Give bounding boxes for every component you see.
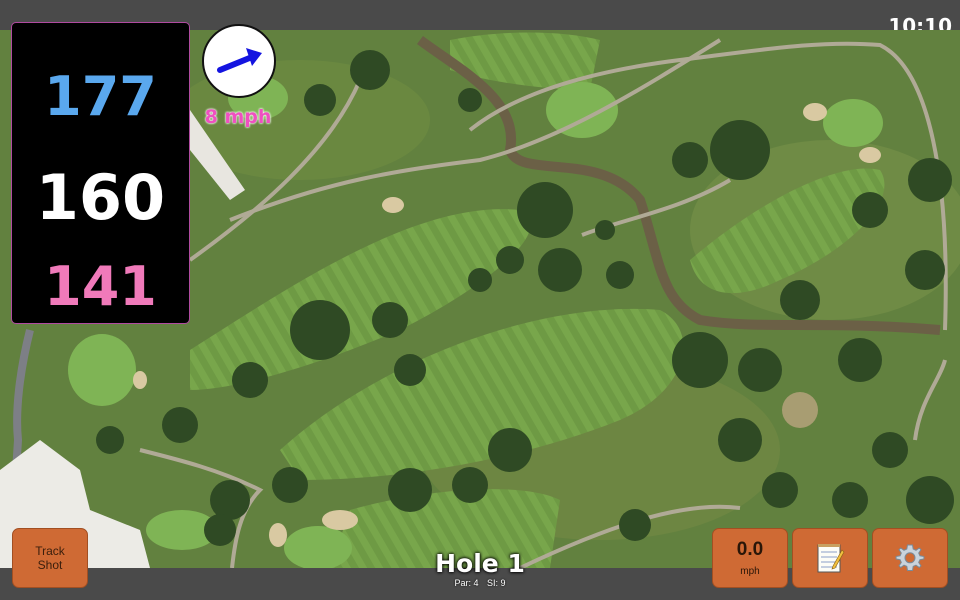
wind-button-unit: mph <box>740 566 760 577</box>
hole-stroke-index: SI: 9 <box>487 578 506 588</box>
notepad-icon <box>817 544 845 573</box>
back-distance: 177 <box>44 65 157 128</box>
track-shot-button[interactable]: Track Shot <box>12 528 88 588</box>
wind-speed-button[interactable]: 0.0 mph <box>712 528 788 588</box>
hole-info: Par: 4 SI: 9 <box>380 578 580 588</box>
settings-button[interactable] <box>872 528 948 588</box>
wind-button-value: 0.0 <box>736 539 764 560</box>
front-distance: 141 <box>44 255 157 318</box>
distance-panel: 177 160 141 <box>11 22 190 324</box>
hole-par: Par: 4 <box>454 578 479 588</box>
notes-button[interactable] <box>792 528 868 588</box>
hole-title: Hole 1 <box>435 549 525 578</box>
wind-speed-label: 8 mph <box>204 106 272 128</box>
gear-icon <box>895 544 925 571</box>
middle-distance: 160 <box>35 161 166 234</box>
wind-direction-indicator <box>202 24 276 98</box>
track-shot-label-line1: Track <box>35 544 65 558</box>
track-shot-label-line2: Shot <box>37 558 63 572</box>
arrow-up-right-icon <box>217 48 262 73</box>
